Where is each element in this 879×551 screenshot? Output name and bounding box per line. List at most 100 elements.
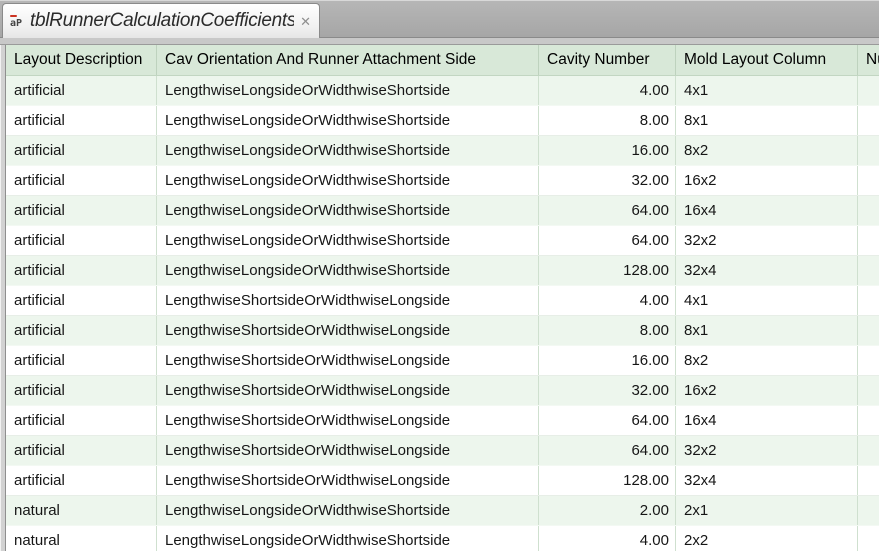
cell-mold-layout-column[interactable]: 16x4 — [676, 196, 858, 225]
cell-cav-orientation[interactable]: LengthwiseLongsideOrWidthwiseShortside — [157, 496, 539, 525]
cell-layout-description[interactable]: natural — [6, 496, 157, 525]
cell-cavity-number[interactable]: 4.00 — [539, 286, 676, 315]
cell-mold-layout-column[interactable]: 16x4 — [676, 406, 858, 435]
cell-cavity-number[interactable]: 16.00 — [539, 136, 676, 165]
cell-mold-layout-column[interactable]: 16x2 — [676, 166, 858, 195]
cell-cav-orientation[interactable]: LengthwiseLongsideOrWidthwiseShortside — [157, 226, 539, 255]
cell-layout-description[interactable]: artificial — [6, 316, 157, 345]
cell-mold-layout-column[interactable]: 4x1 — [676, 286, 858, 315]
cell-cavity-number[interactable]: 64.00 — [539, 196, 676, 225]
cell-layout-description[interactable]: artificial — [6, 346, 157, 375]
cell-cav-orientation[interactable]: LengthwiseLongsideOrWidthwiseShortside — [157, 256, 539, 285]
cell-extra[interactable] — [858, 316, 879, 345]
table-row[interactable]: artificial LengthwiseShortsideOrWidthwis… — [6, 406, 879, 436]
cell-cav-orientation[interactable]: LengthwiseLongsideOrWidthwiseShortside — [157, 166, 539, 195]
table-row[interactable]: artificial LengthwiseShortsideOrWidthwis… — [6, 286, 879, 316]
table-row[interactable]: natural LengthwiseLongsideOrWidthwiseSho… — [6, 496, 879, 526]
cell-layout-description[interactable]: artificial — [6, 466, 157, 495]
cell-layout-description[interactable]: artificial — [6, 226, 157, 255]
cell-mold-layout-column[interactable]: 32x2 — [676, 226, 858, 255]
cell-extra[interactable] — [858, 436, 879, 465]
cell-extra[interactable] — [858, 106, 879, 135]
cell-layout-description[interactable]: artificial — [6, 406, 157, 435]
cell-cav-orientation[interactable]: LengthwiseLongsideOrWidthwiseShortside — [157, 136, 539, 165]
cell-extra[interactable] — [858, 166, 879, 195]
cell-mold-layout-column[interactable]: 32x2 — [676, 436, 858, 465]
cell-layout-description[interactable]: artificial — [6, 376, 157, 405]
table-row[interactable]: artificial LengthwiseShortsideOrWidthwis… — [6, 316, 879, 346]
column-header-layout-description[interactable]: Layout Description — [6, 45, 157, 75]
cell-mold-layout-column[interactable]: 32x4 — [676, 256, 858, 285]
cell-cavity-number[interactable]: 4.00 — [539, 526, 676, 551]
cell-extra[interactable] — [858, 196, 879, 225]
cell-extra[interactable] — [858, 376, 879, 405]
cell-cavity-number[interactable]: 8.00 — [539, 316, 676, 345]
table-row[interactable]: artificial LengthwiseLongsideOrWidthwise… — [6, 76, 879, 106]
tab-tblRunnerCalculationCoefficients[interactable]: aP tblRunnerCalculationCoefficients ✕ — [2, 3, 320, 38]
cell-cavity-number[interactable]: 32.00 — [539, 166, 676, 195]
cell-mold-layout-column[interactable]: 2x1 — [676, 496, 858, 525]
cell-cav-orientation[interactable]: LengthwiseLongsideOrWidthwiseShortside — [157, 106, 539, 135]
cell-cav-orientation[interactable]: LengthwiseShortsideOrWidthwiseLongside — [157, 286, 539, 315]
cell-extra[interactable] — [858, 136, 879, 165]
cell-extra[interactable] — [858, 76, 879, 105]
cell-extra[interactable] — [858, 256, 879, 285]
cell-layout-description[interactable]: natural — [6, 526, 157, 551]
cell-mold-layout-column[interactable]: 2x2 — [676, 526, 858, 551]
table-row[interactable]: artificial LengthwiseLongsideOrWidthwise… — [6, 106, 879, 136]
cell-extra[interactable] — [858, 406, 879, 435]
cell-cavity-number[interactable]: 64.00 — [539, 436, 676, 465]
table-row[interactable]: artificial LengthwiseShortsideOrWidthwis… — [6, 376, 879, 406]
cell-cavity-number[interactable]: 16.00 — [539, 346, 676, 375]
cell-mold-layout-column[interactable]: 4x1 — [676, 76, 858, 105]
table-row[interactable]: artificial LengthwiseShortsideOrWidthwis… — [6, 436, 879, 466]
cell-mold-layout-column[interactable]: 8x1 — [676, 106, 858, 135]
cell-cavity-number[interactable]: 64.00 — [539, 406, 676, 435]
cell-cav-orientation[interactable]: LengthwiseLongsideOrWidthwiseShortside — [157, 526, 539, 551]
cell-extra[interactable] — [858, 226, 879, 255]
cell-cav-orientation[interactable]: LengthwiseShortsideOrWidthwiseLongside — [157, 376, 539, 405]
cell-layout-description[interactable]: artificial — [6, 106, 157, 135]
cell-layout-description[interactable]: artificial — [6, 76, 157, 105]
cell-layout-description[interactable]: artificial — [6, 166, 157, 195]
cell-cavity-number[interactable]: 32.00 — [539, 376, 676, 405]
table-row[interactable]: artificial LengthwiseShortsideOrWidthwis… — [6, 346, 879, 376]
tab-close-icon[interactable]: ✕ — [300, 15, 311, 28]
cell-cavity-number[interactable]: 8.00 — [539, 106, 676, 135]
cell-cav-orientation[interactable]: LengthwiseShortsideOrWidthwiseLongside — [157, 406, 539, 435]
cell-layout-description[interactable]: artificial — [6, 436, 157, 465]
cell-layout-description[interactable]: artificial — [6, 196, 157, 225]
cell-cav-orientation[interactable]: LengthwiseShortsideOrWidthwiseLongside — [157, 466, 539, 495]
cell-cav-orientation[interactable]: LengthwiseShortsideOrWidthwiseLongside — [157, 316, 539, 345]
cell-layout-description[interactable]: artificial — [6, 256, 157, 285]
cell-layout-description[interactable]: artificial — [6, 286, 157, 315]
cell-extra[interactable] — [858, 346, 879, 375]
cell-cav-orientation[interactable]: LengthwiseShortsideOrWidthwiseLongside — [157, 436, 539, 465]
table-row[interactable]: artificial LengthwiseLongsideOrWidthwise… — [6, 136, 879, 166]
cell-extra[interactable] — [858, 526, 879, 551]
table-row[interactable]: artificial LengthwiseLongsideOrWidthwise… — [6, 196, 879, 226]
cell-cav-orientation[interactable]: LengthwiseLongsideOrWidthwiseShortside — [157, 196, 539, 225]
cell-cavity-number[interactable]: 64.00 — [539, 226, 676, 255]
table-row[interactable]: artificial LengthwiseLongsideOrWidthwise… — [6, 226, 879, 256]
cell-mold-layout-column[interactable]: 32x4 — [676, 466, 858, 495]
column-header-mold-layout-column[interactable]: Mold Layout Column — [676, 45, 858, 75]
cell-mold-layout-column[interactable]: 8x2 — [676, 136, 858, 165]
column-header-cavity-number[interactable]: Cavity Number — [539, 45, 676, 75]
cell-cav-orientation[interactable]: LengthwiseShortsideOrWidthwiseLongside — [157, 346, 539, 375]
cell-cavity-number[interactable]: 128.00 — [539, 256, 676, 285]
cell-mold-layout-column[interactable]: 8x1 — [676, 316, 858, 345]
table-row[interactable]: artificial LengthwiseShortsideOrWidthwis… — [6, 466, 879, 496]
table-row[interactable]: artificial LengthwiseLongsideOrWidthwise… — [6, 256, 879, 286]
cell-cavity-number[interactable]: 128.00 — [539, 466, 676, 495]
cell-mold-layout-column[interactable]: 8x2 — [676, 346, 858, 375]
cell-cavity-number[interactable]: 2.00 — [539, 496, 676, 525]
cell-cavity-number[interactable]: 4.00 — [539, 76, 676, 105]
cell-extra[interactable] — [858, 466, 879, 495]
column-header-cav-orientation[interactable]: Cav Orientation And Runner Attachment Si… — [157, 45, 539, 75]
cell-layout-description[interactable]: artificial — [6, 136, 157, 165]
column-header-truncated[interactable]: Nu — [858, 45, 879, 75]
cell-extra[interactable] — [858, 496, 879, 525]
table-row[interactable]: natural LengthwiseLongsideOrWidthwiseSho… — [6, 526, 879, 551]
cell-extra[interactable] — [858, 286, 879, 315]
